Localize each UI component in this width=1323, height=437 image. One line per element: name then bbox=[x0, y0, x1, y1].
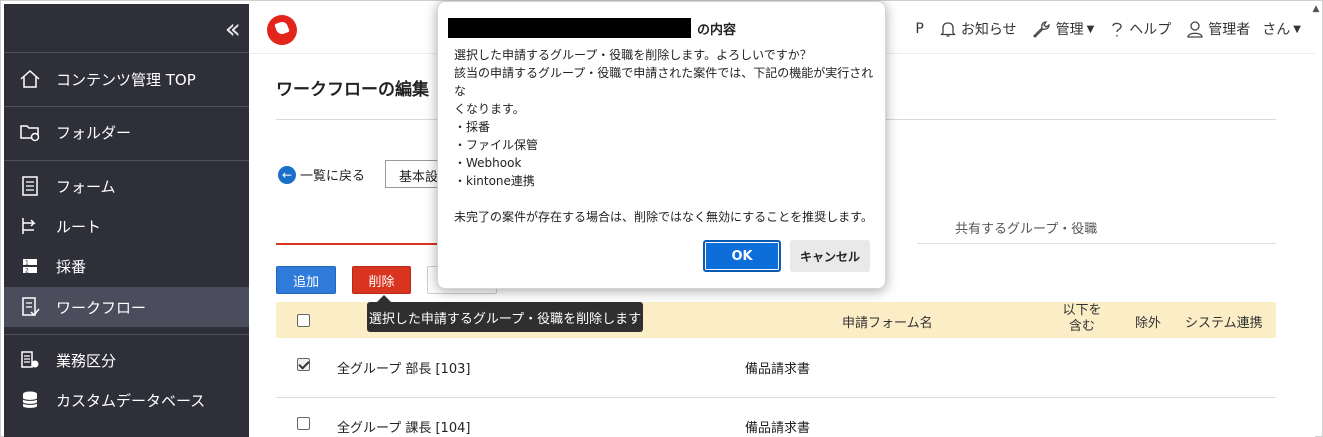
collapse-sidebar-icon[interactable]: ‹‹ bbox=[225, 14, 242, 44]
dialog-line: 選択した申請するグループ・役職を削除します。よろしいですか？ bbox=[454, 48, 812, 62]
sidebar-item-folder[interactable]: フォルダー bbox=[4, 112, 249, 152]
sidebar-divider bbox=[4, 52, 249, 53]
business-category-icon bbox=[18, 348, 42, 372]
top-nav-partial-item[interactable]: P bbox=[915, 21, 923, 37]
back-link-label: 一覧に戻る bbox=[300, 169, 366, 184]
sidebar: ‹‹ コンテンツ管理 TOP フォルダー フォーム ルート 12 採番 ワークフ… bbox=[4, 4, 249, 437]
column-header-subordinate-line2: 含む bbox=[1068, 319, 1095, 334]
form-icon bbox=[18, 174, 42, 198]
column-header-form: 申請フォーム名 bbox=[842, 316, 933, 331]
row-group-name: 全グループ 部長 [103] bbox=[337, 362, 471, 377]
top-nav: P お知らせ 管理 ▼ ヘルプ 管理者 さん ▼ bbox=[901, 4, 1301, 54]
column-header-system: システム連携 bbox=[1185, 316, 1263, 331]
chevron-down-icon: ▼ bbox=[1293, 23, 1301, 35]
section-divider bbox=[917, 243, 1276, 244]
dialog-title-suffix: の内容 bbox=[697, 22, 737, 38]
dialog-bullet: ・Webhook bbox=[454, 156, 522, 170]
admin-label: 管理 bbox=[1055, 22, 1084, 38]
sidebar-divider bbox=[4, 160, 249, 161]
sidebar-item-label: ルート bbox=[56, 217, 102, 236]
sidebar-item-label: 採番 bbox=[56, 257, 87, 276]
row-form-name: 備品請求書 bbox=[745, 362, 811, 377]
confirm-dialog: の内容 選択した申請するグループ・役職を削除します。よろしいですか？ 該当の申請… bbox=[437, 1, 886, 289]
dialog-line: くなります。 bbox=[454, 102, 525, 116]
ok-button[interactable]: OK bbox=[703, 240, 781, 272]
sidebar-item-workflow[interactable]: ワークフロー bbox=[4, 287, 249, 327]
sidebar-item-numbering[interactable]: 12 採番 bbox=[4, 246, 249, 286]
delete-button[interactable]: 削除 bbox=[352, 266, 411, 294]
row-group-name: 全グループ 課長 [104] bbox=[337, 421, 471, 436]
help-label: ヘルプ bbox=[1129, 22, 1172, 38]
chevron-down-icon: ▼ bbox=[1086, 23, 1095, 35]
notice-link[interactable]: お知らせ bbox=[938, 19, 1017, 39]
sidebar-item-label: ワークフロー bbox=[56, 298, 147, 317]
help-link[interactable]: ヘルプ bbox=[1108, 19, 1171, 39]
wrench-icon bbox=[1032, 21, 1050, 38]
sidebar-item-label: フォルダー bbox=[56, 123, 132, 142]
workflow-icon bbox=[18, 295, 42, 319]
row-checkbox[interactable] bbox=[297, 417, 310, 434]
user-role-label: 管理者 bbox=[1208, 22, 1251, 38]
sidebar-item-form[interactable]: フォーム bbox=[4, 166, 249, 206]
admin-menu[interactable]: 管理 ▼ bbox=[1031, 19, 1095, 39]
home-icon bbox=[18, 67, 42, 91]
tab-basic-settings[interactable]: 基本設 bbox=[385, 160, 445, 188]
user-icon bbox=[1187, 21, 1203, 38]
route-icon bbox=[18, 214, 42, 238]
dialog-line: 未完了の案件が存在する場合は、削除ではなく無効にすることを推奨します。 bbox=[454, 210, 873, 224]
dialog-title: の内容 bbox=[448, 18, 736, 38]
dialog-message: 選択した申請するグループ・役職を削除します。よろしいですか？ 該当の申請するグル… bbox=[454, 46, 879, 226]
svg-text:1: 1 bbox=[25, 260, 29, 267]
sidebar-item-route[interactable]: ルート bbox=[4, 206, 249, 246]
dialog-line: 該当の申請するグループ・役職で申請された案件では、下記の機能が実行されな bbox=[454, 66, 874, 98]
table-row: 全グループ 課長 [104] 備品請求書 bbox=[276, 398, 1276, 437]
dialog-bullet: ・ファイル保管 bbox=[454, 138, 539, 152]
sidebar-item-label: フォーム bbox=[56, 177, 116, 196]
sidebar-divider bbox=[4, 106, 249, 107]
add-button[interactable]: 追加 bbox=[276, 266, 336, 294]
dialog-bullet: ・kintone連携 bbox=[454, 174, 535, 188]
question-icon bbox=[1112, 22, 1122, 37]
svg-text:2: 2 bbox=[25, 268, 29, 275]
sidebar-item-business-category[interactable]: 業務区分 bbox=[4, 340, 249, 380]
page-title: ワークフローの編集 bbox=[276, 80, 429, 100]
database-icon bbox=[18, 388, 42, 412]
notice-label: お知らせ bbox=[960, 22, 1017, 38]
app-logo[interactable] bbox=[267, 15, 297, 45]
sidebar-item-contents-top[interactable]: コンテンツ管理 TOP bbox=[4, 59, 249, 99]
dialog-bullet: ・採番 bbox=[454, 120, 491, 134]
cancel-button[interactable]: キャンセル bbox=[790, 240, 870, 272]
shared-groups-heading: 共有するグループ・役職 bbox=[955, 222, 1098, 237]
sidebar-item-label: 業務区分 bbox=[56, 351, 117, 370]
column-header-subordinate: 以下を 含む bbox=[1062, 303, 1102, 335]
top-nav-partial-label: P bbox=[915, 21, 924, 37]
user-suffix-label: さん bbox=[1262, 22, 1291, 38]
arrow-left-icon: ← bbox=[278, 165, 296, 184]
sidebar-item-label: コンテンツ管理 TOP bbox=[56, 70, 196, 89]
table-row: 全グループ 部長 [103] 備品請求書 bbox=[276, 339, 1276, 395]
row-form-name: 備品請求書 bbox=[745, 421, 811, 436]
back-to-list-link[interactable]: ← 一覧に戻る bbox=[278, 165, 365, 184]
user-menu[interactable]: 管理者 さん ▼ bbox=[1185, 19, 1301, 39]
bell-icon bbox=[939, 22, 956, 37]
row-checkbox[interactable] bbox=[297, 358, 310, 375]
select-all-checkbox[interactable] bbox=[297, 314, 310, 331]
column-header-subordinate-line1: 以下を bbox=[1062, 303, 1102, 318]
delete-tooltip: 選択した申請するグループ・役職を削除します bbox=[367, 295, 643, 332]
sidebar-item-custom-database[interactable]: カスタムデータベース bbox=[4, 380, 249, 420]
column-header-exclude: 除外 bbox=[1135, 316, 1162, 331]
redacted-block bbox=[448, 18, 691, 38]
active-tab-indicator bbox=[276, 243, 464, 245]
numbering-icon: 12 bbox=[18, 254, 42, 278]
sidebar-divider bbox=[4, 334, 249, 335]
folder-gear-icon bbox=[18, 120, 42, 144]
scroll-up-arrow-icon[interactable]: ▲ bbox=[1309, 4, 1323, 20]
sidebar-item-label: カスタムデータベース bbox=[56, 391, 206, 410]
